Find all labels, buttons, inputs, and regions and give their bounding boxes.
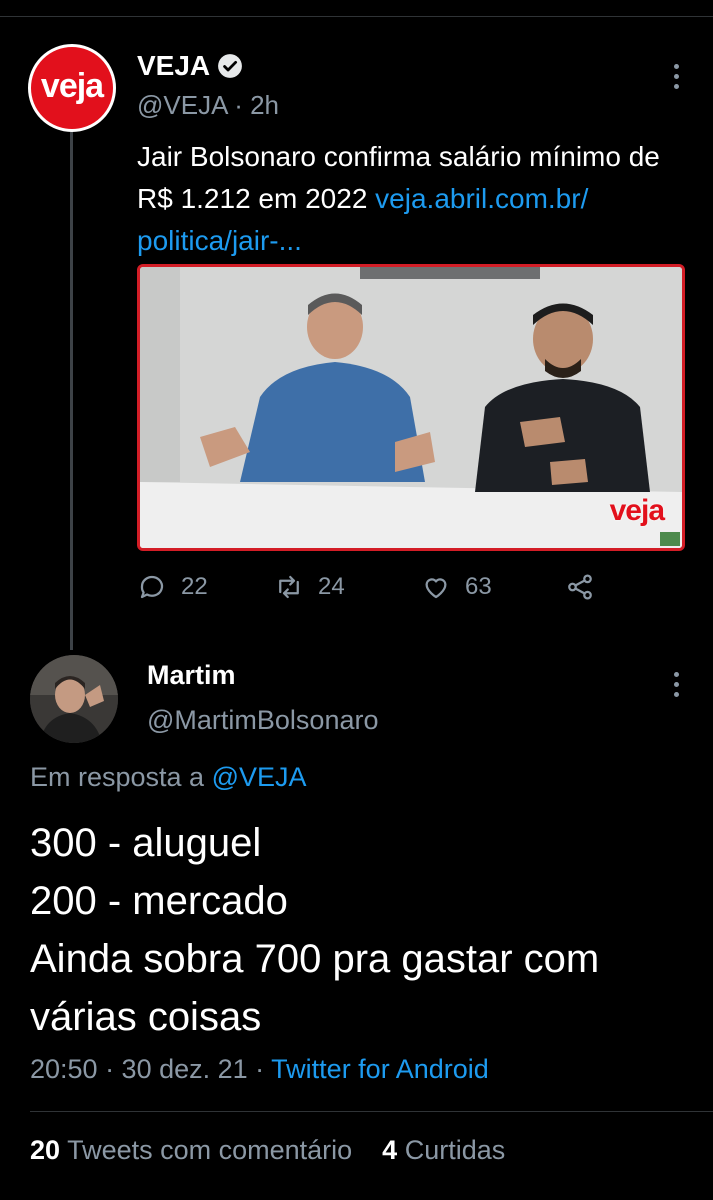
stats-divider: [30, 1111, 713, 1112]
reply-to-handle-link[interactable]: @VEJA: [212, 762, 307, 792]
parent-handle-time: @VEJA · 2h: [137, 90, 280, 120]
reply-line: 200 - mercado: [30, 879, 288, 923]
tweet-timestamp: 20:50 · 30 dez. 21 · Twitter for Android: [30, 1054, 489, 1085]
likes-stat[interactable]: 4 Curtidas: [382, 1135, 505, 1165]
thread-connector: [70, 130, 73, 650]
tweet-actions: 22 24 63: [137, 572, 607, 606]
heart-icon: [425, 578, 447, 599]
veja-watermark-logo: veja: [609, 494, 665, 527]
reply-author-name[interactable]: Martim: [147, 660, 236, 691]
reply-tweet-text: 300 - aluguel 200 - mercado Ainda sobra …: [30, 814, 700, 1046]
share-button[interactable]: [565, 572, 609, 602]
verified-badge-icon: [218, 54, 243, 78]
reply-icon: [140, 575, 164, 599]
likes-label: Curtidas: [404, 1135, 506, 1165]
reply-line: várias coisas: [30, 995, 262, 1039]
video-frame-illustration: [140, 267, 682, 548]
quote-count: 20: [30, 1135, 61, 1165]
veja-logo-text: veja: [40, 66, 104, 105]
retweet-count: 24: [318, 573, 345, 600]
tweet-media-image[interactable]: veja: [137, 264, 685, 551]
veja-avatar[interactable]: veja: [28, 44, 116, 132]
martim-avatar[interactable]: [30, 655, 118, 743]
quote-label: Tweets com comentário: [67, 1135, 353, 1165]
avatar-photo: [30, 655, 118, 743]
reply-count: 22: [181, 573, 208, 600]
reply-line: 300 - aluguel: [30, 821, 262, 865]
like-button[interactable]: 63: [421, 572, 492, 602]
quote-tweets-stat[interactable]: 20 Tweets com comentário: [30, 1135, 352, 1165]
top-divider: [0, 16, 713, 17]
engagement-stats: 20 Tweets com comentário 4 Curtidas: [30, 1135, 505, 1166]
source-link[interactable]: Twitter for Android: [271, 1054, 489, 1084]
reply-context: Em resposta a @VEJA: [30, 762, 307, 793]
time-date-text: 20:50 · 30 dez. 21 ·: [30, 1054, 272, 1084]
parent-name-text: VEJA: [137, 50, 211, 81]
more-options-icon[interactable]: [674, 64, 682, 94]
reply-author-handle[interactable]: @MartimBolsonaro: [147, 705, 378, 736]
reply-button[interactable]: 22: [137, 572, 208, 602]
likes-total: 4: [382, 1135, 398, 1165]
parent-author-name[interactable]: VEJA: [137, 50, 243, 82]
reply-line: Ainda sobra 700 pra gastar com: [30, 937, 600, 981]
retweet-icon: [279, 575, 299, 599]
reply-to-label: Em resposta a: [30, 762, 212, 792]
retweet-button[interactable]: 24: [274, 572, 345, 602]
reply-more-options-icon[interactable]: [674, 672, 682, 702]
share-icon: [568, 574, 592, 600]
like-count: 63: [465, 573, 492, 600]
parent-tweet-text: Jair Bolsonaro confirma salário mínimo d…: [137, 136, 697, 262]
